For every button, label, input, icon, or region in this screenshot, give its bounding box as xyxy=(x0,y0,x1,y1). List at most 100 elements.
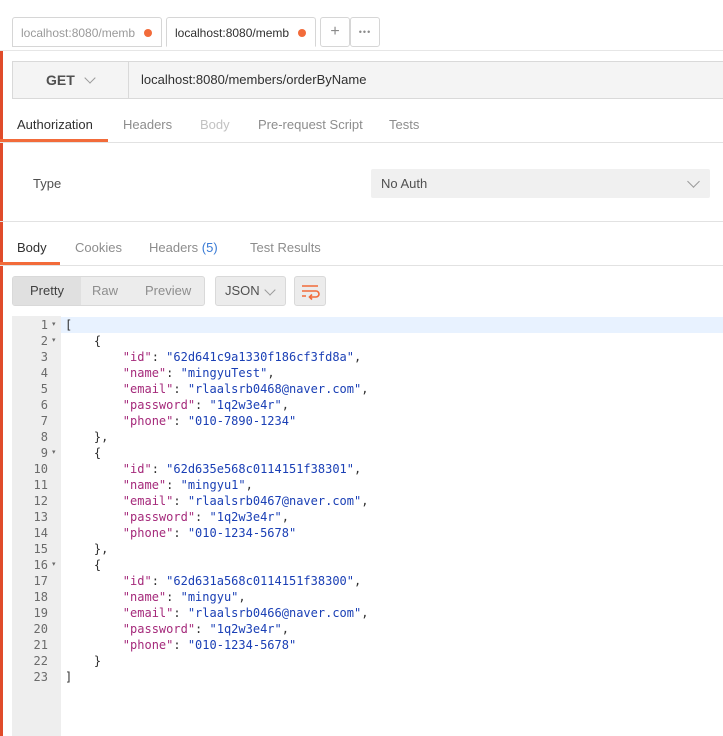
tab-cookies[interactable]: Cookies xyxy=(75,240,122,255)
code-line: "email": "rlaalsrb0467@naver.com", xyxy=(65,493,369,509)
line-number: 21 xyxy=(33,638,48,652)
json-punctuation: { xyxy=(65,446,102,460)
active-line-highlight xyxy=(61,317,723,333)
tab-pre-request-script[interactable]: Pre-request Script xyxy=(258,117,363,132)
tab-authorization[interactable]: Authorization xyxy=(17,117,93,132)
method-select[interactable]: GET xyxy=(13,62,129,98)
json-punctuation: : xyxy=(195,622,210,636)
json-punctuation: : xyxy=(173,382,188,396)
new-tab-button[interactable]: + xyxy=(320,17,350,47)
fold-toggle-icon[interactable]: ▾ xyxy=(52,557,56,573)
json-punctuation: }, xyxy=(65,542,109,556)
json-punctuation: , xyxy=(238,590,246,604)
line-number: 5 xyxy=(40,382,48,396)
json-key: "email" xyxy=(122,382,174,396)
json-punctuation xyxy=(65,414,123,428)
json-value: "rlaalsrb0466@naver.com" xyxy=(187,606,362,620)
code-line: "name": "mingyu", xyxy=(65,589,246,605)
code-line: }, xyxy=(65,429,108,445)
divider xyxy=(0,221,723,222)
json-value: "010-7890-1234" xyxy=(187,414,297,428)
json-punctuation: : xyxy=(166,478,181,492)
code-line: "password": "1q2w3e4r", xyxy=(65,509,289,525)
tab-tests[interactable]: Tests xyxy=(389,117,419,132)
active-tab-indicator xyxy=(0,139,108,142)
request-tab-strip: localhost:8080/memb localhost:8080/memb … xyxy=(0,0,723,51)
url-input[interactable]: localhost:8080/members/orderByName xyxy=(141,62,366,98)
json-punctuation xyxy=(65,382,123,396)
json-punctuation: , xyxy=(354,462,362,476)
code-line: "email": "rlaalsrb0468@naver.com", xyxy=(65,381,369,397)
code-line: "id": "62d641c9a1330f186cf3fd8a", xyxy=(65,349,361,365)
line-number: 9 xyxy=(40,446,48,460)
json-key: "email" xyxy=(122,606,174,620)
json-value: "62d641c9a1330f186cf3fd8a" xyxy=(166,350,354,364)
fold-toggle-icon[interactable]: ▾ xyxy=(52,445,56,461)
method-label: GET xyxy=(46,72,75,88)
request-tab[interactable]: localhost:8080/memb xyxy=(12,17,162,47)
tab-response-body[interactable]: Body xyxy=(17,240,47,255)
json-key: "name" xyxy=(122,590,167,604)
json-punctuation: ] xyxy=(65,670,73,684)
line-number: 16 xyxy=(33,558,48,572)
line-number: 13 xyxy=(33,510,48,524)
code-line: "phone": "010-1234-5678" xyxy=(65,637,296,653)
pretty-button[interactable]: Pretty xyxy=(13,277,81,305)
json-punctuation xyxy=(65,606,123,620)
json-punctuation xyxy=(65,478,123,492)
json-punctuation: : xyxy=(173,606,188,620)
json-key: "name" xyxy=(122,478,167,492)
line-number: 10 xyxy=(33,462,48,476)
json-key: "phone" xyxy=(122,414,174,428)
json-punctuation: , xyxy=(361,382,369,396)
line-number: 22 xyxy=(33,654,48,668)
chevron-down-icon xyxy=(687,175,700,188)
fold-toggle-icon[interactable]: ▾ xyxy=(52,333,56,349)
preview-button[interactable]: Preview xyxy=(145,277,191,305)
tab-headers[interactable]: Headers xyxy=(123,117,172,132)
json-punctuation xyxy=(65,350,123,364)
json-punctuation: [ xyxy=(65,318,73,332)
response-headers-label: Headers xyxy=(149,240,199,255)
code-line: "name": "mingyuTest", xyxy=(65,365,275,381)
line-number: 18 xyxy=(33,590,48,604)
line-number: 2 xyxy=(40,334,48,348)
format-select[interactable]: JSON xyxy=(215,276,286,306)
wrap-lines-button[interactable] xyxy=(294,276,326,306)
tab-response-headers[interactable]: Headers (5) xyxy=(149,240,218,255)
code-line: [ xyxy=(65,317,72,333)
json-key: "password" xyxy=(122,622,196,636)
json-punctuation: : xyxy=(173,638,188,652)
auth-type-select[interactable]: No Auth xyxy=(371,169,710,198)
json-punctuation: : xyxy=(151,574,167,588)
json-value: "1q2w3e4r" xyxy=(209,510,282,524)
fold-toggle-icon[interactable]: ▾ xyxy=(52,317,56,333)
json-key: "email" xyxy=(122,494,174,508)
json-punctuation xyxy=(65,462,123,476)
json-punctuation: : xyxy=(173,414,188,428)
tab-test-results[interactable]: Test Results xyxy=(250,240,321,255)
active-tab-indicator xyxy=(0,262,60,265)
line-number: 20 xyxy=(33,622,48,636)
json-punctuation xyxy=(65,494,123,508)
json-key: "phone" xyxy=(122,526,174,540)
response-body-viewer[interactable]: 1 ▾ [2 ▾ {3 "id": "62d641c9a1330f186cf3fd8a… xyxy=(12,316,723,736)
json-punctuation: } xyxy=(65,654,102,668)
code-line: "phone": "010-1234-5678" xyxy=(65,525,296,541)
code-line: }, xyxy=(65,541,108,557)
raw-button[interactable]: Raw xyxy=(92,277,118,305)
tab-options-button[interactable]: ••• xyxy=(350,17,380,47)
chevron-down-icon xyxy=(84,72,96,84)
line-number: 4 xyxy=(40,366,48,380)
json-punctuation: , xyxy=(354,350,362,364)
json-key: "id" xyxy=(122,350,152,364)
tab-body[interactable]: Body xyxy=(200,117,230,132)
request-tab-active[interactable]: localhost:8080/memb xyxy=(166,17,316,47)
line-number: 14 xyxy=(33,526,48,540)
json-punctuation xyxy=(65,574,123,588)
json-punctuation: }, xyxy=(65,430,109,444)
line-number: 19 xyxy=(33,606,48,620)
json-value: "mingyu" xyxy=(180,590,239,604)
wrap-lines-icon xyxy=(302,285,320,301)
code-line: } xyxy=(65,653,101,669)
